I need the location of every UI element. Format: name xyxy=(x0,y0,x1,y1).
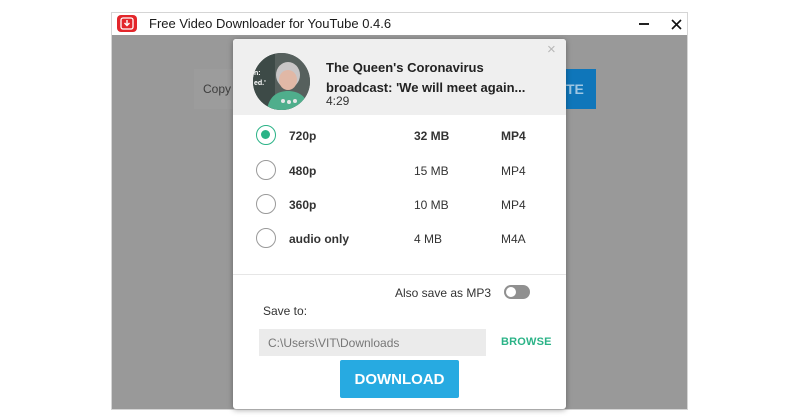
video-title-line-1: The Queen's Coronavirus xyxy=(326,60,484,75)
minimize-icon xyxy=(639,23,649,25)
close-icon xyxy=(670,18,682,30)
format-option-audio-only[interactable]: audio only 4 MB M4A xyxy=(233,222,566,256)
format-option-480p[interactable]: 480p 15 MB MP4 xyxy=(233,154,566,188)
option-resolution: 720p xyxy=(289,129,317,143)
video-title-line-2: broadcast: 'We will meet again... xyxy=(326,80,526,95)
option-size: 32 MB xyxy=(414,129,450,143)
save-to-label: Save to: xyxy=(263,304,308,318)
format-option-720p[interactable]: 720p 32 MB MP4 xyxy=(233,119,566,153)
video-thumbnail: n: ed.' xyxy=(253,53,310,110)
format-option-360p[interactable]: 360p 10 MB MP4 xyxy=(233,188,566,222)
save-path-input[interactable] xyxy=(259,329,486,356)
download-options-dialog: × n: ed.' The Queen's Coronavirus broadc… xyxy=(233,39,566,409)
option-resolution: 480p xyxy=(289,164,317,178)
paste-button-dimmed: TE xyxy=(566,69,596,109)
radio-checked-icon[interactable] xyxy=(256,125,276,145)
option-format: MP4 xyxy=(501,198,526,212)
option-format: MP4 xyxy=(501,164,526,178)
app-logo-icon xyxy=(117,15,137,32)
browse-button[interactable]: BROWSE xyxy=(501,336,552,348)
option-resolution: audio only xyxy=(289,232,349,246)
option-format: M4A xyxy=(501,232,526,246)
thumbnail-text-2: ed.' xyxy=(254,80,266,87)
mp3-toggle-label: Also save as MP3 xyxy=(395,286,492,300)
video-title: The Queen's Coronavirus broadcast: 'We w… xyxy=(326,58,536,98)
radio-unchecked-icon[interactable] xyxy=(256,194,276,214)
radio-unchecked-icon[interactable] xyxy=(256,228,276,248)
option-format: MP4 xyxy=(501,129,526,143)
close-window-button[interactable] xyxy=(662,13,687,35)
thumbnail-text-1: n: xyxy=(254,70,261,77)
option-resolution: 360p xyxy=(289,198,317,212)
title-bar: Free Video Downloader for YouTube 0.4.6 xyxy=(112,13,687,35)
download-button[interactable]: DOWNLOAD xyxy=(340,360,459,398)
video-duration: 4:29 xyxy=(326,94,350,108)
video-info-header: × n: ed.' The Queen's Coronavirus broadc… xyxy=(233,39,566,115)
option-size: 4 MB xyxy=(414,232,443,246)
dialog-close-icon[interactable]: × xyxy=(547,42,556,57)
radio-unchecked-icon[interactable] xyxy=(256,160,276,180)
section-divider xyxy=(233,274,566,275)
mp3-toggle[interactable] xyxy=(504,285,530,299)
minimize-button[interactable] xyxy=(630,13,658,35)
window-title: Free Video Downloader for YouTube 0.4.6 xyxy=(149,16,392,31)
toggle-knob xyxy=(506,287,516,297)
option-size: 10 MB xyxy=(414,198,449,212)
option-size: 15 MB xyxy=(414,164,449,178)
